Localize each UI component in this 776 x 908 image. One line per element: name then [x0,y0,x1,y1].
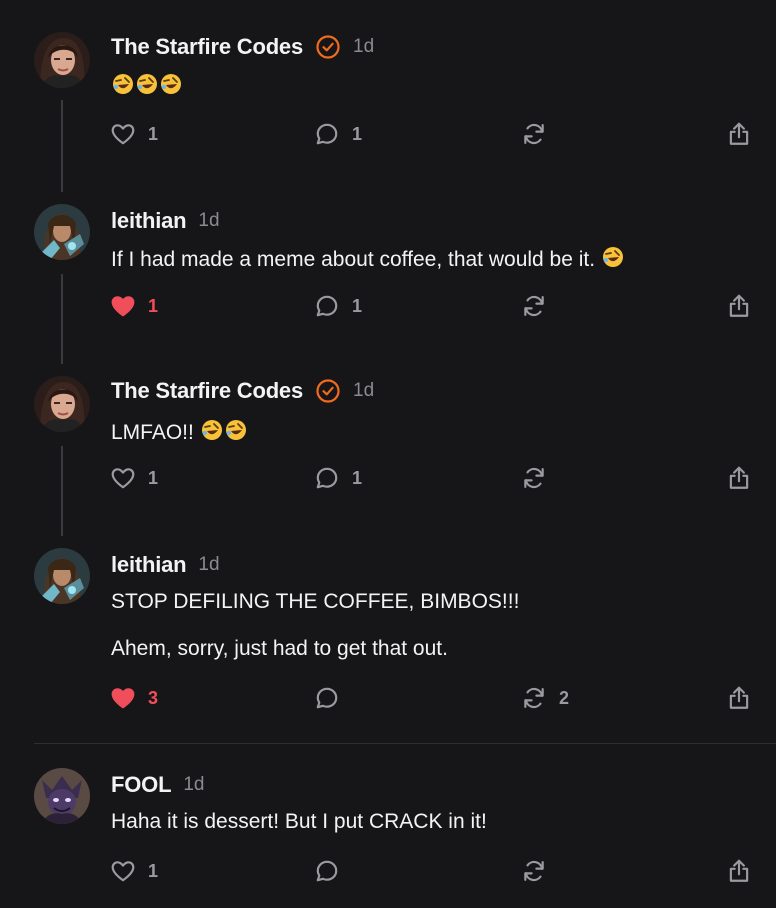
like-count: 1 [148,860,159,881]
post-text: Haha it is dessert! But I put CRACK in i… [111,810,487,833]
share-icon [729,859,749,882]
avatar[interactable] [34,768,90,824]
post-header: FOOL 1d [111,772,204,798]
author-name[interactable]: FOOL [111,772,172,798]
like-button[interactable]: 1 [110,856,158,886]
heart-icon [111,861,135,882]
post-actions: 1 [0,856,776,886]
reply-icon [316,860,338,882]
share-button[interactable] [726,856,752,886]
reply-button[interactable] [314,856,352,886]
timestamp[interactable]: 1d [183,774,204,796]
repost-button[interactable] [521,856,559,886]
post[interactable]: FOOL 1d Haha it is dessert! But I put CR… [0,0,776,908]
repost-icon [524,860,544,882]
